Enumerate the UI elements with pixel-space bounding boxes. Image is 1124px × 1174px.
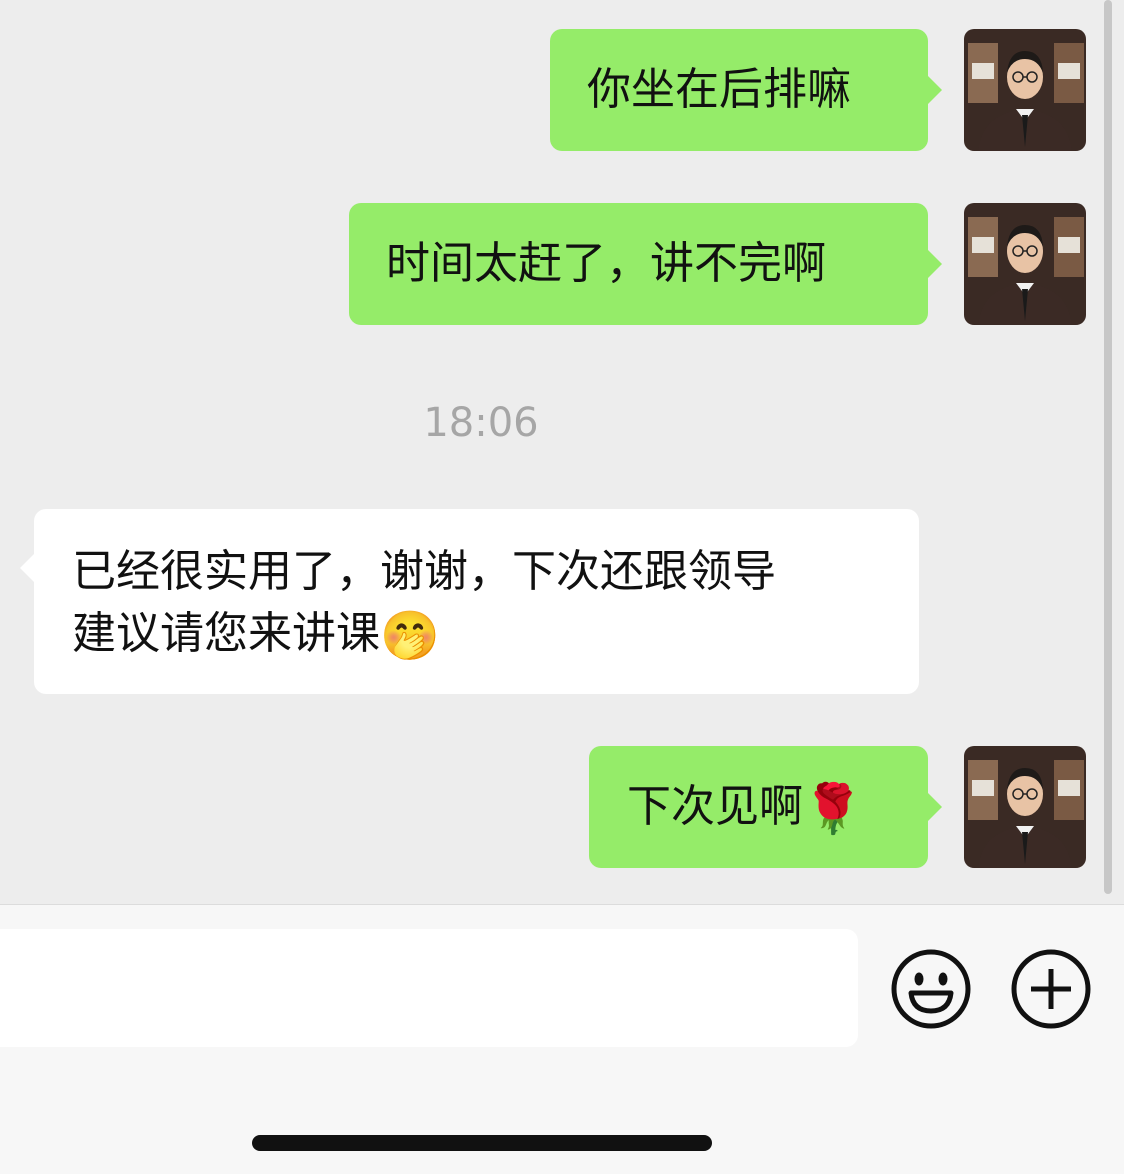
hand-over-mouth-emoji-icon: 🤭 [380,608,440,664]
message-input[interactable] [0,929,858,1047]
smiley-face-icon [891,949,971,1029]
message-text-line: 已经很实用了，谢谢，下次还跟领导 [72,546,776,597]
avatar[interactable] [964,29,1086,151]
plus-circle-icon [1011,949,1091,1029]
avatar[interactable] [964,203,1086,325]
scrollbar[interactable] [1104,0,1112,894]
incoming-message-bubble[interactable]: 已经很实用了，谢谢，下次还跟领导 建议请您来讲课🤭 [20,509,919,694]
outgoing-message-bubble[interactable]: 下次见啊🌹 [589,746,942,868]
outgoing-message-bubble[interactable]: 时间太赶了，讲不完啊 [349,203,942,325]
chat-area[interactable]: 你坐在后排嘛 时间太赶了，讲不完啊 18:06 已经很实用了，谢谢，下次还跟领导… [0,0,1124,904]
message-timestamp: 18:06 [423,400,539,446]
message-text: 时间太赶了，讲不完啊 [386,238,826,289]
emoji-button[interactable] [891,949,971,1029]
message-text-line: 建议请您来讲课🤭 [72,608,440,664]
message-text: 下次见啊 [627,781,803,832]
rose-emoji-icon: 🌹 [803,781,863,837]
avatar[interactable] [964,746,1086,868]
message-text: 你坐在后排嘛 [587,64,851,115]
more-options-button[interactable] [1011,949,1091,1029]
message-input-bar [0,904,1124,1174]
home-indicator[interactable] [252,1135,712,1151]
outgoing-message-bubble[interactable]: 你坐在后排嘛 [550,29,942,151]
